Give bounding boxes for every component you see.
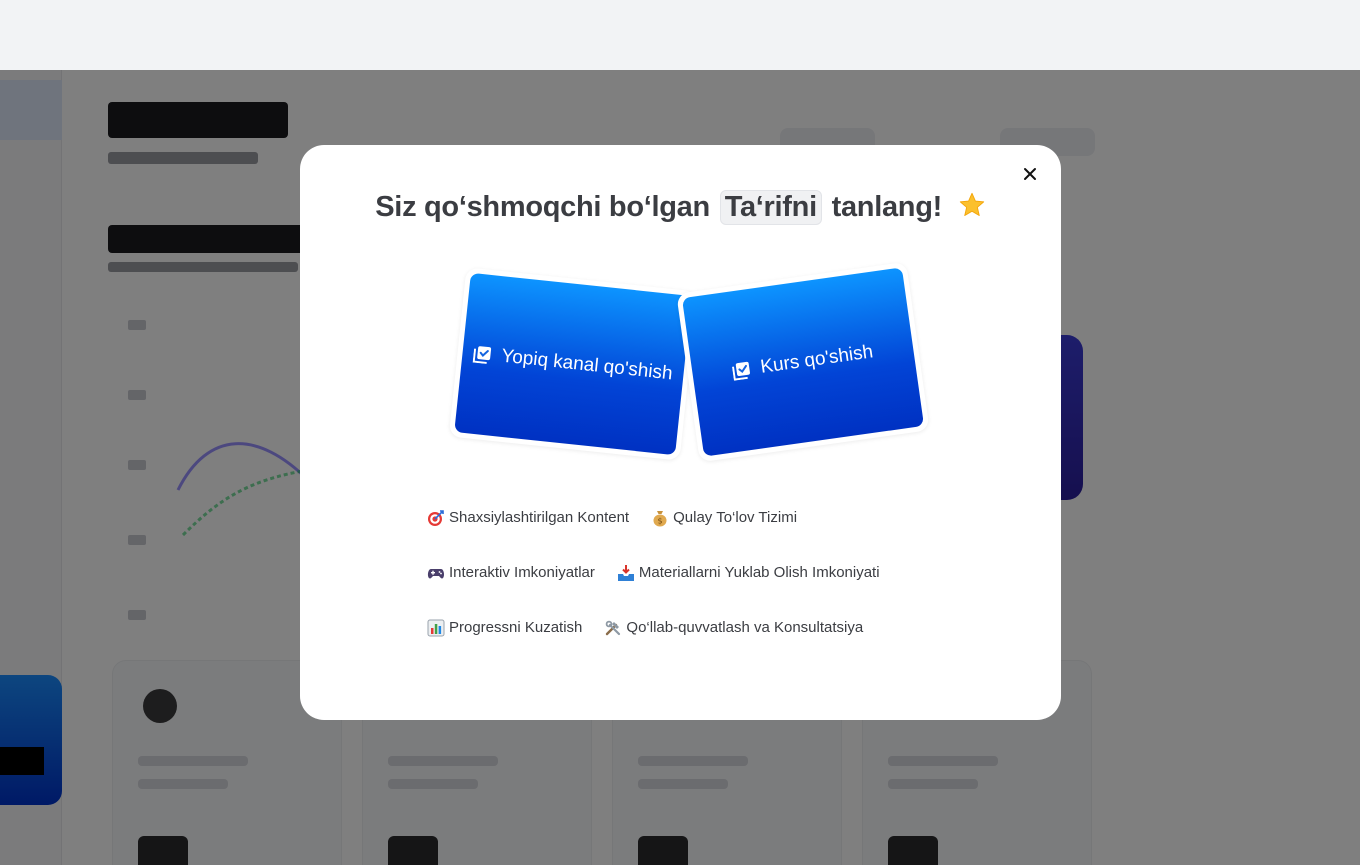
tools-icon: [606, 620, 621, 635]
feature-row: Shaxsiylashtirilgan Kontent $ Qulay To‘l…: [427, 490, 987, 545]
close-button[interactable]: [1017, 161, 1043, 187]
option-course[interactable]: Kurs qo'shish: [676, 261, 930, 463]
checklist-icon: [732, 361, 751, 381]
money-bag-icon: $: [653, 510, 667, 526]
inbox-tray-icon: [617, 564, 634, 581]
checklist-icon: [472, 346, 492, 364]
feature-item: $ Qulay To‘lov Tizimi: [651, 509, 797, 527]
feature-item: Interaktiv Imkoniyatlar: [427, 564, 595, 582]
plan-select-modal: Siz qo‘shmoqchi bo‘lgan Ta‘rifni tanlang…: [300, 145, 1061, 720]
bar-chart-icon: [427, 619, 445, 636]
close-icon: [1024, 168, 1036, 180]
modal-title-highlight: Ta‘rifni: [719, 190, 822, 225]
option-private-channel-label: Yopiq kanal qo'shish: [500, 345, 674, 385]
feature-item: Qo‘llab-quvvatlash va Konsultatsiya: [604, 619, 863, 637]
option-private-channel[interactable]: Yopiq kanal qo'shish: [448, 267, 698, 461]
star-icon: [959, 192, 984, 216]
top-bar: [0, 0, 1360, 70]
feature-item: Progressni Kuzatish: [427, 619, 582, 637]
option-course-label: Kurs qo'shish: [759, 341, 875, 378]
modal-title-after: tanlang!: [831, 191, 943, 223]
svg-text:$: $: [658, 516, 663, 525]
modal-title-before: Siz qo‘shmoqchi bo‘lgan: [375, 191, 710, 223]
feature-item: Shaxsiylashtirilgan Kontent: [427, 509, 629, 527]
feature-item: Materiallarni Yuklab Olish Imkoniyati: [617, 564, 880, 582]
feature-list: Shaxsiylashtirilgan Kontent $ Qulay To‘l…: [427, 490, 987, 655]
target-icon: [428, 509, 444, 526]
modal-title: Siz qo‘shmoqchi bo‘lgan Ta‘rifni tanlang…: [300, 190, 1061, 225]
feature-row: Progressni Kuzatish Qo‘llab-quvvatlash v…: [427, 600, 987, 655]
feature-row: Interaktiv Imkoniyatlar Materiallarni Yu…: [427, 545, 987, 600]
game-controller-icon: [427, 568, 445, 578]
